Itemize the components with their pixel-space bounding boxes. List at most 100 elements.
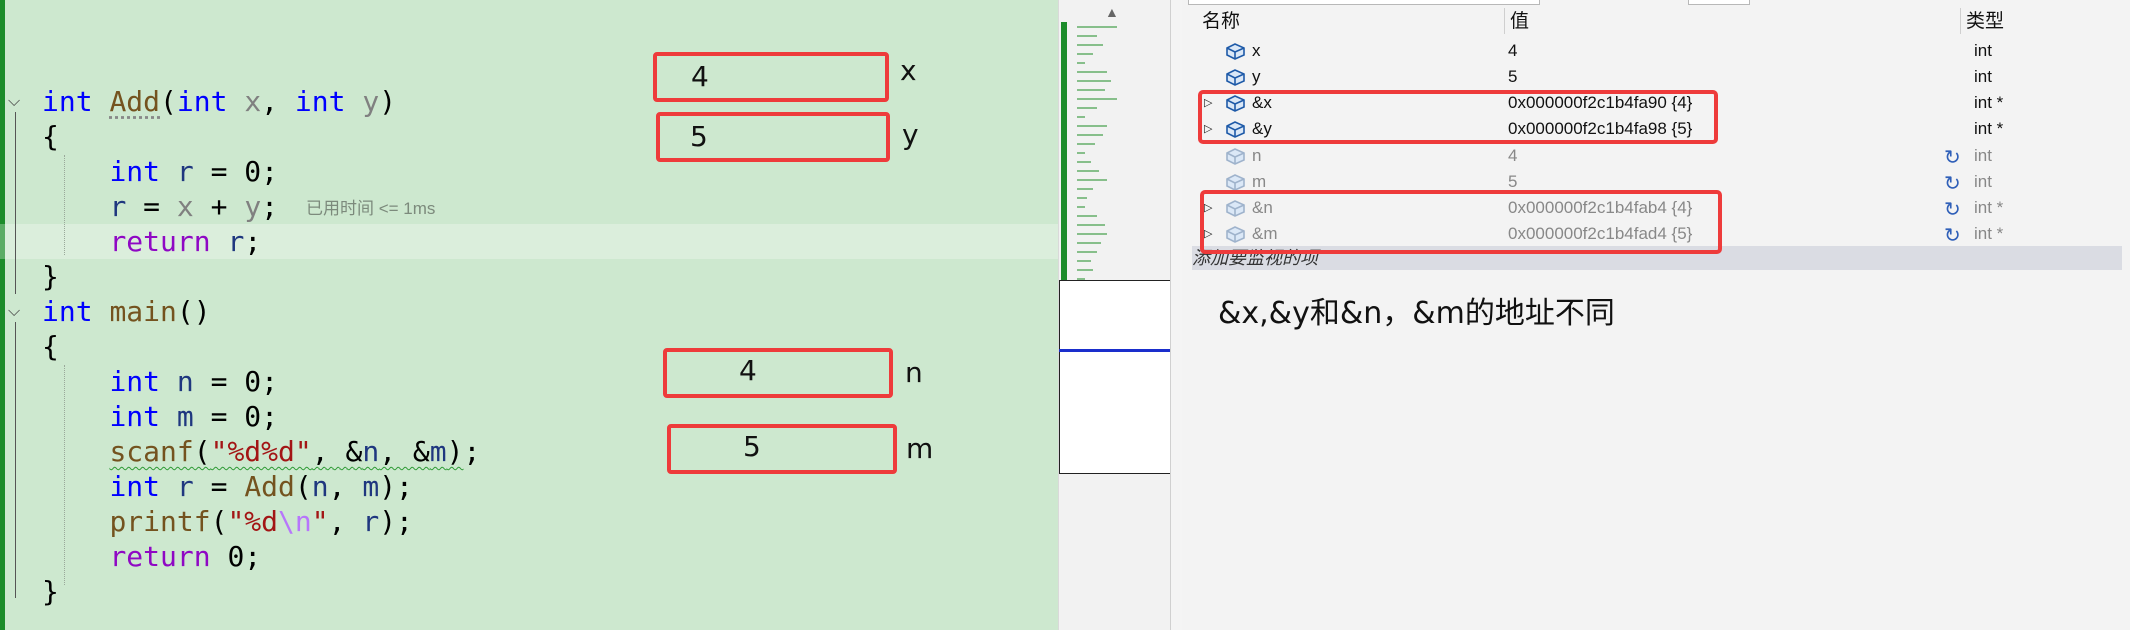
column-divider[interactable] <box>1504 8 1505 34</box>
minimap-code-line <box>1077 215 1097 217</box>
code-text: { <box>42 329 59 364</box>
code-text: } <box>42 574 59 609</box>
code-line[interactable]: r = x + y; <box>0 189 1058 224</box>
code-token: ); <box>379 505 413 538</box>
annotation-note: &x,&y和&n，&m的地址不同 <box>1218 296 1615 331</box>
code-line[interactable]: scanf("%d%d", &n, &m); <box>0 434 1058 469</box>
refresh-icon[interactable]: ↻ <box>1944 222 1961 248</box>
code-token: int <box>109 470 161 503</box>
watch-row[interactable]: n 4 int ↻ <box>1192 143 2122 169</box>
code-token: = 0; <box>193 365 279 398</box>
highlight-box-xy-addresses <box>1198 90 1718 144</box>
watch-type: int <box>1974 172 1992 191</box>
code-line[interactable]: { <box>0 329 1058 364</box>
refresh-icon[interactable]: ↻ <box>1944 196 1961 222</box>
code-text: int n = 0; <box>42 364 278 399</box>
column-header-type[interactable]: 类型 <box>1966 8 2004 36</box>
fold-collapse-icon[interactable]: ⌵ <box>8 93 24 109</box>
code-text: scanf("%d%d", &n, &m); <box>42 434 480 469</box>
indent-guide <box>64 155 65 255</box>
minimap-code-line <box>1077 143 1095 145</box>
code-token: r <box>109 190 127 223</box>
code-text: int m = 0; <box>42 399 278 434</box>
code-token: ( <box>294 470 312 503</box>
code-token: m <box>362 470 380 503</box>
minimap-code-line <box>1077 35 1097 37</box>
code-token: , & <box>379 435 430 468</box>
watch-type: int <box>1974 41 1992 60</box>
code-token: printf <box>109 505 211 538</box>
code-token: r <box>362 505 380 538</box>
code-token: { <box>42 330 59 363</box>
minimap-code-line <box>1077 53 1093 55</box>
code-token: n <box>311 470 329 503</box>
code-line[interactable]: int Add(int x, int y) <box>0 84 1058 119</box>
code-token: ( <box>160 85 177 118</box>
code-token: int <box>176 85 228 118</box>
minimap-caret-line <box>1059 349 1171 352</box>
x-value: 4 <box>691 60 709 93</box>
code-token: , <box>328 505 363 538</box>
code-token: , <box>328 470 363 503</box>
code-token: ; <box>261 190 279 223</box>
minimap-code-line <box>1077 107 1097 109</box>
code-editor[interactable]: int Add(int x, int y){ int r = 0; r = x … <box>0 0 1058 630</box>
indent-guide <box>64 365 65 585</box>
fold-collapse-icon[interactable]: ⌵ <box>8 303 24 319</box>
minimap-code-line <box>1077 80 1111 82</box>
search-box[interactable] <box>1188 0 1540 5</box>
watch-name: n <box>1252 146 1262 165</box>
code-line[interactable]: return r; <box>0 224 1058 259</box>
code-token: ( <box>210 505 228 538</box>
minimap-code-line <box>1077 152 1085 154</box>
code-token: ; <box>463 435 481 468</box>
code-line[interactable]: } <box>0 259 1058 294</box>
code-line[interactable]: return 0; <box>0 539 1058 574</box>
column-header-value[interactable]: 值 <box>1510 8 1529 36</box>
code-line[interactable]: int m = 0; <box>0 399 1058 434</box>
watch-name: x <box>1252 41 1261 60</box>
code-token: m <box>176 400 194 433</box>
code-text: printf("%d\n", r); <box>42 504 413 539</box>
minimap-code-line <box>1077 26 1117 28</box>
minimap-code-line <box>1077 125 1107 127</box>
code-token: = 0; <box>193 400 279 433</box>
column-header-name[interactable]: 名称 <box>1202 8 1240 36</box>
code-line[interactable]: int main() <box>0 294 1058 329</box>
refresh-icon[interactable]: ↻ <box>1944 170 1961 196</box>
minimap-viewport[interactable] <box>1059 280 1171 474</box>
code-minimap[interactable]: ▲ <box>1058 0 1171 630</box>
code-token: } <box>42 575 59 608</box>
refresh-icon[interactable]: ↻ <box>1944 144 1961 170</box>
search-depth-box[interactable] <box>1688 0 1750 5</box>
fold-guide <box>15 322 16 598</box>
watch-toolbar <box>1188 0 1888 6</box>
x-label: x <box>900 54 917 87</box>
fold-guide <box>15 112 16 294</box>
column-divider[interactable] <box>1960 8 1961 34</box>
code-text: int r = Add(n, m); <box>42 469 413 504</box>
watch-row[interactable]: y 5 int <box>1192 64 2122 90</box>
code-line[interactable]: } <box>0 574 1058 609</box>
code-line[interactable]: int r = Add(n, m); <box>0 469 1058 504</box>
code-line[interactable]: printf("%d\n", r); <box>0 504 1058 539</box>
perf-tip: 已用时间 <= 1ms <box>306 199 436 218</box>
code-token: ) <box>379 85 397 118</box>
code-token: ); <box>379 470 413 503</box>
minimap-code-line <box>1077 242 1101 244</box>
code-line[interactable]: int r = 0; <box>0 154 1058 189</box>
watch-type: int * <box>1974 93 2004 112</box>
code-line[interactable]: { <box>0 119 1058 154</box>
code-token: r <box>227 225 245 258</box>
code-line[interactable]: int n = 0; <box>0 364 1058 399</box>
scroll-up-arrow-icon[interactable]: ▲ <box>1105 4 1119 20</box>
code-token: int <box>42 295 93 328</box>
watch-row[interactable]: x 4 int <box>1192 38 2122 64</box>
minimap-code-line <box>1077 179 1107 181</box>
